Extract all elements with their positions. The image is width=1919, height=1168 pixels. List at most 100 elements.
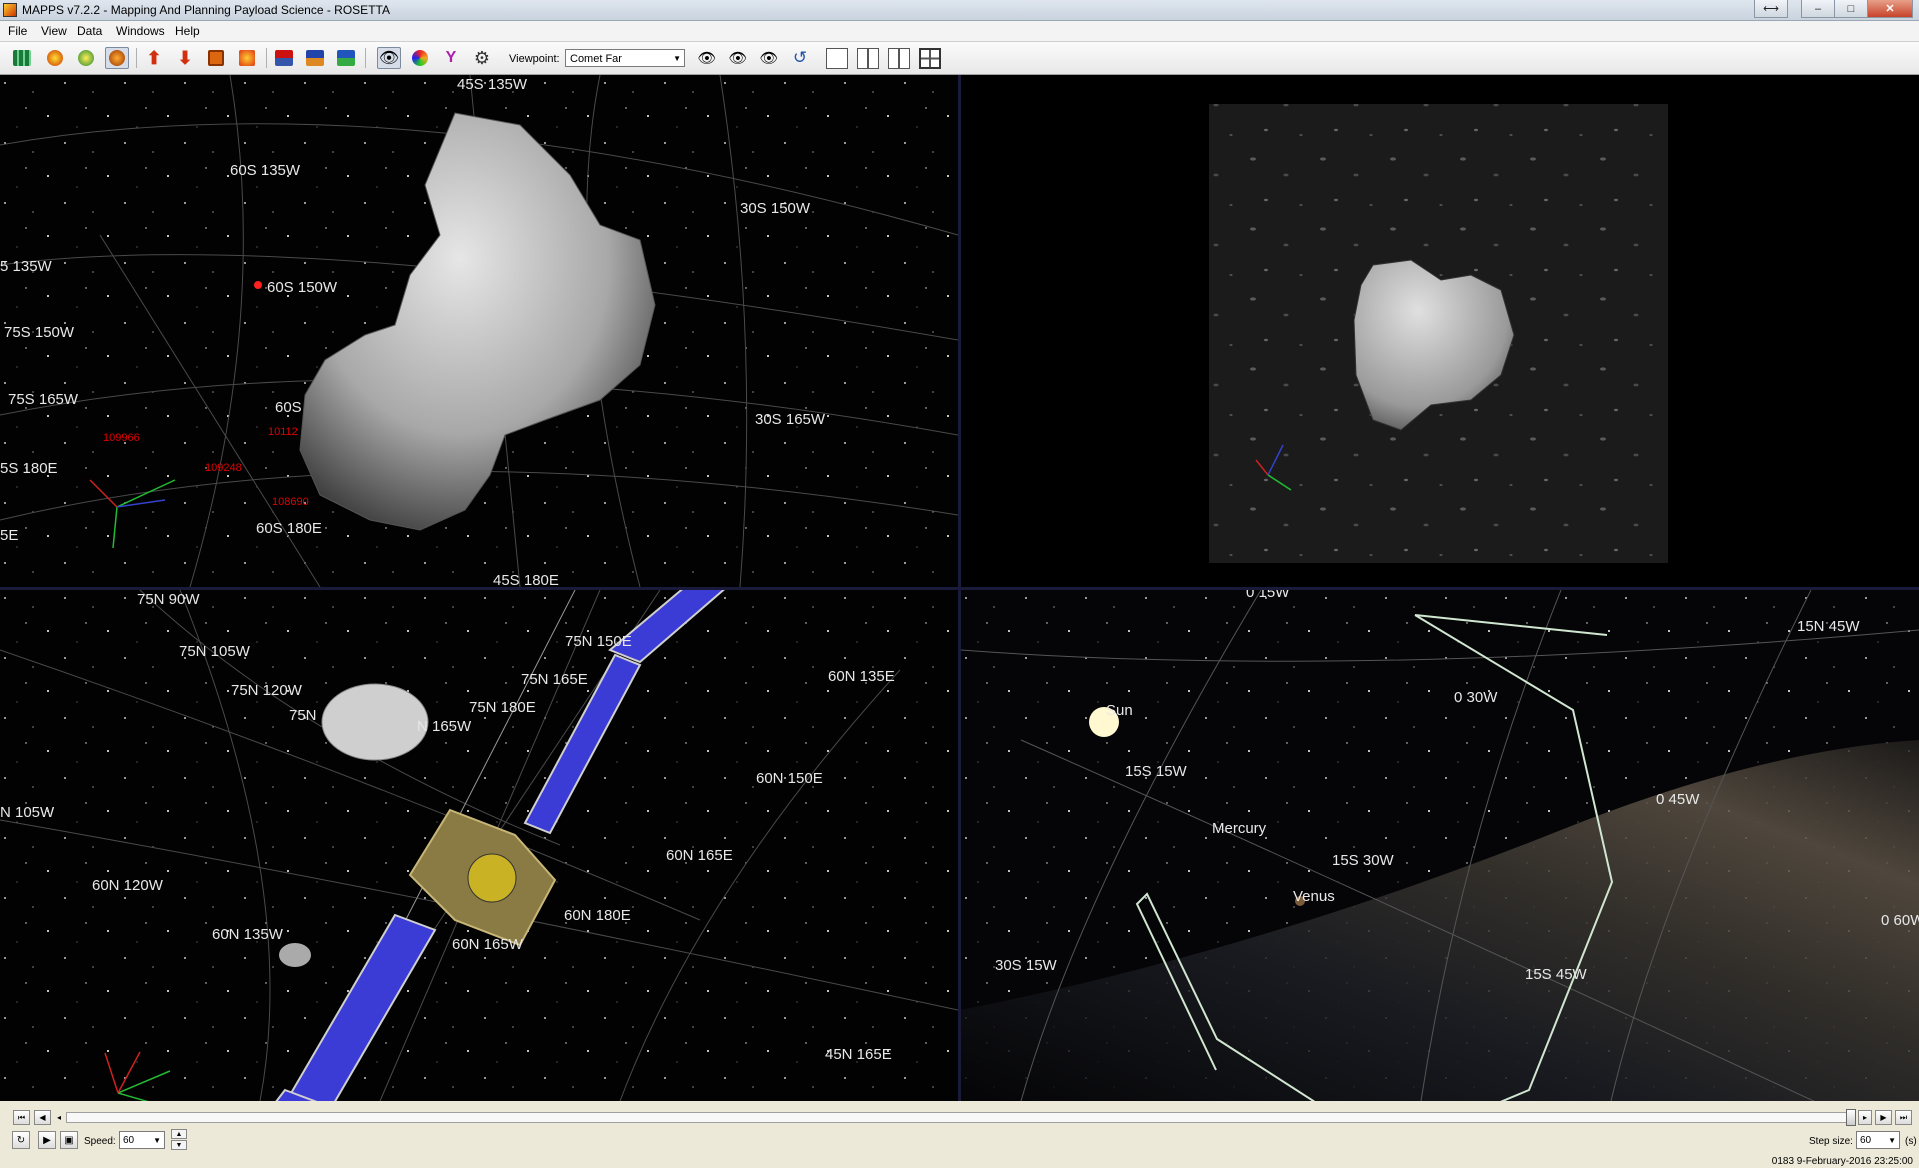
scroll-left-button[interactable]: ◂ bbox=[53, 1110, 65, 1125]
center-button[interactable] bbox=[235, 47, 259, 69]
blue-layer-button[interactable] bbox=[303, 47, 327, 69]
toolbar-separator bbox=[136, 48, 137, 68]
grid-label: 45S 180E bbox=[493, 572, 559, 587]
menu-view[interactable]: View bbox=[41, 24, 67, 38]
menu-help[interactable]: Help bbox=[175, 24, 200, 38]
tool-icon: Y bbox=[445, 49, 457, 66]
viewport-top-left[interactable]: 45S 135W 60S 135W 30S 150W 5 135W 60S 15… bbox=[0, 75, 958, 587]
green-layer-icon bbox=[337, 50, 355, 66]
menu-file[interactable]: File bbox=[8, 24, 27, 38]
grid-label: 5E bbox=[0, 527, 18, 544]
viewpoint-value: Comet Far bbox=[570, 53, 622, 65]
grid-label: 5 135W bbox=[0, 258, 53, 275]
eye-multi-button[interactable]: 👁 bbox=[757, 47, 781, 69]
color-wheel-button[interactable] bbox=[408, 47, 432, 69]
grid-label: 30S 15W bbox=[995, 957, 1058, 974]
grid-label: 60S 180E bbox=[256, 520, 322, 537]
step-size-label: Step size: bbox=[1809, 1136, 1853, 1147]
viewport-divider-horizontal[interactable] bbox=[0, 587, 1919, 590]
eye-multi-icon: 👁 bbox=[759, 50, 779, 67]
grid-button[interactable] bbox=[10, 47, 34, 69]
grid-label: 60N 135E bbox=[828, 668, 895, 685]
north-button[interactable] bbox=[43, 47, 67, 69]
target-icon bbox=[109, 50, 125, 66]
eye-button[interactable]: 👁 bbox=[377, 47, 401, 69]
tool-button[interactable]: Y bbox=[439, 47, 463, 69]
speed-select[interactable]: 60 ▼ bbox=[119, 1131, 165, 1149]
grid-label: 75N bbox=[289, 707, 317, 724]
play-button[interactable]: ▶ bbox=[38, 1131, 56, 1149]
grid-label: 5S 180E bbox=[0, 460, 58, 477]
arrow-up-icon: ⬆ bbox=[146, 47, 162, 68]
increase-speed-button[interactable]: ▲ bbox=[171, 1129, 187, 1139]
grid-label: 60N 165W bbox=[452, 936, 524, 953]
app-logo-icon bbox=[3, 3, 17, 17]
close-button[interactable]: ✕ bbox=[1867, 0, 1913, 18]
timeline-scrollbar[interactable] bbox=[66, 1112, 1848, 1123]
skip-end-button[interactable]: ⏭ bbox=[1895, 1110, 1912, 1125]
step-back-icon: ◀ bbox=[39, 1113, 46, 1122]
viewport-bottom-left[interactable]: 75N 90W 75N 105W 75N 150E 75N 165E 60N 1… bbox=[0, 590, 958, 1101]
step-back-button[interactable]: ◀ bbox=[34, 1110, 51, 1125]
toolbar-separator bbox=[365, 48, 366, 68]
layout-three-button[interactable] bbox=[888, 48, 910, 69]
menu-data[interactable]: Data bbox=[77, 24, 102, 38]
layout-quad-button[interactable] bbox=[919, 48, 941, 69]
menu-windows[interactable]: Windows bbox=[116, 24, 165, 38]
viewport-top-right[interactable] bbox=[961, 75, 1919, 587]
star-id-label: 109966 bbox=[103, 432, 140, 444]
grid-label: 0 60W bbox=[1881, 912, 1919, 929]
step-size-unit: (s) bbox=[1905, 1136, 1917, 1147]
green-layer-button[interactable] bbox=[334, 47, 358, 69]
layout-single-button[interactable] bbox=[826, 48, 848, 69]
grid-label: N 105W bbox=[0, 804, 55, 821]
step-size-value: 60 bbox=[1860, 1135, 1872, 1146]
step-forward-button[interactable]: ▶ bbox=[1875, 1110, 1892, 1125]
high-gain-antenna bbox=[321, 683, 429, 761]
refresh-icon: ↻ bbox=[16, 1134, 26, 1146]
gear-button[interactable]: ⚙ bbox=[470, 47, 494, 69]
grid-label: 75N 165E bbox=[521, 671, 588, 688]
arrow-down-icon: ⬇ bbox=[177, 47, 193, 68]
grid-label: 15N 45W bbox=[1797, 618, 1860, 635]
decrease-speed-button[interactable]: ▼ bbox=[171, 1140, 187, 1150]
record-icon: ▣ bbox=[64, 1134, 74, 1146]
arrow-up-button[interactable]: ⬆ bbox=[142, 47, 166, 69]
grid-label: 75N 105W bbox=[179, 643, 251, 660]
north-icon bbox=[47, 50, 63, 66]
grid-icon bbox=[13, 50, 31, 66]
bottom-left-scene: 75N 90W 75N 105W 75N 150E 75N 165E 60N 1… bbox=[0, 590, 958, 1101]
reset-view-button[interactable]: ↺ bbox=[788, 47, 812, 69]
arrow-down-button[interactable]: ⬇ bbox=[173, 47, 197, 69]
r-marker-button[interactable] bbox=[204, 47, 228, 69]
blue-layer-icon bbox=[306, 50, 324, 66]
status-time: 0183 9-February-2016 23:25:00 bbox=[1771, 1156, 1913, 1167]
reset-icon: ↺ bbox=[792, 48, 808, 67]
grid-label: 60N 135W bbox=[212, 926, 284, 943]
step-size-select[interactable]: 60 ▼ bbox=[1856, 1131, 1900, 1149]
maximize-button[interactable]: □ bbox=[1834, 0, 1868, 18]
grid-label: 45S 135W bbox=[457, 76, 528, 93]
play-icon: ▶ bbox=[43, 1134, 51, 1146]
speed-stepper[interactable]: ▲ ▼ bbox=[171, 1129, 187, 1151]
star-id-label: 108690 bbox=[272, 496, 309, 508]
south-button[interactable] bbox=[74, 47, 98, 69]
record-button[interactable]: ▣ bbox=[60, 1131, 78, 1149]
target-button[interactable] bbox=[105, 47, 129, 69]
eye-back-button[interactable]: 👁 bbox=[726, 47, 750, 69]
viewpoint-select[interactable]: Comet Far ▼ bbox=[565, 49, 685, 67]
window-title: MAPPS v7.2.2 - Mapping And Planning Payl… bbox=[22, 3, 390, 17]
refresh-button[interactable]: ↻ bbox=[12, 1131, 30, 1149]
timeline-thumb[interactable] bbox=[1846, 1109, 1856, 1126]
menu-bar: File View Data Windows Help bbox=[0, 21, 1919, 42]
skip-start-button[interactable]: ⏮ bbox=[13, 1110, 30, 1125]
minimize-button[interactable]: – bbox=[1801, 0, 1835, 18]
layout-split-vertical-button[interactable] bbox=[857, 48, 879, 69]
extra-window-button[interactable]: ⟷ bbox=[1754, 0, 1788, 18]
south-icon bbox=[78, 50, 94, 66]
grid-label: 60N 150E bbox=[756, 770, 823, 787]
scroll-right-button[interactable]: ▸ bbox=[1858, 1110, 1872, 1125]
eye-forward-button[interactable]: 👁 bbox=[695, 47, 719, 69]
red-layer-button[interactable] bbox=[272, 47, 296, 69]
viewport-bottom-right[interactable]: Sun Mercury Venus 0 15W 15N 45W 0 30W 15… bbox=[961, 590, 1919, 1101]
